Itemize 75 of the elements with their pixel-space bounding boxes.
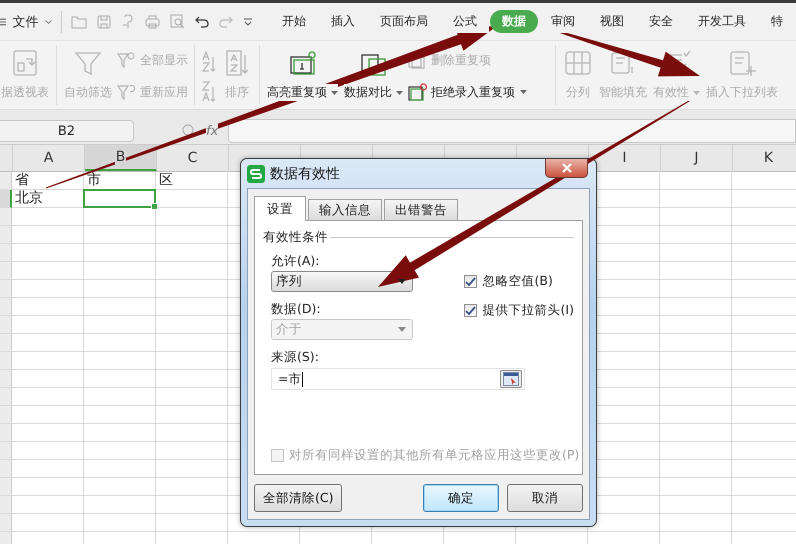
row-header[interactable] <box>0 370 12 388</box>
checkbox[interactable] <box>464 304 477 317</box>
row-header[interactable] <box>0 172 12 190</box>
field-label: 允许(A): <box>271 253 320 268</box>
selected-cell[interactable] <box>83 189 156 208</box>
row-header[interactable] <box>0 352 12 370</box>
close-icon <box>560 163 572 173</box>
row-header[interactable] <box>0 424 12 442</box>
checkbox-label: 提供下拉箭头(I) <box>482 302 574 319</box>
row-header[interactable] <box>0 514 12 532</box>
undo-icon[interactable] <box>195 16 209 28</box>
row-header[interactable] <box>0 460 12 478</box>
reject-icon <box>408 83 428 101</box>
row-header[interactable] <box>0 190 12 208</box>
column-header[interactable]: J <box>661 145 733 171</box>
caret-icon <box>398 279 406 284</box>
printer-icon[interactable] <box>145 14 160 28</box>
redo-icon[interactable] <box>219 16 233 28</box>
cell-text: 区 <box>159 172 173 189</box>
app-logo-icon <box>247 164 265 182</box>
cell-text: 省 <box>15 172 29 189</box>
field-label: 数据(D): <box>271 301 321 316</box>
checkbox-label: 对所有同样设置的其他所有单元格应用这些更改(P) <box>289 447 580 464</box>
preview-icon[interactable] <box>170 14 185 29</box>
caret-icon <box>398 327 406 332</box>
dialog-button[interactable]: 全部清除(C) <box>254 484 342 512</box>
dialog-tab[interactable]: 出错警告 <box>384 199 458 220</box>
row-header[interactable] <box>0 496 12 514</box>
caret-icon <box>693 90 700 94</box>
row-header[interactable] <box>0 226 12 244</box>
column-header[interactable]: B <box>85 145 157 171</box>
row-header[interactable] <box>0 334 12 352</box>
file-menu[interactable]: 文件 <box>12 12 38 30</box>
ribbon-button[interactable]: 拒绝录入重复项 <box>408 83 527 101</box>
row-header[interactable] <box>0 280 12 298</box>
cell-text: 市 <box>87 172 101 189</box>
cell-text: 北京 <box>15 190 43 207</box>
row-header[interactable] <box>0 478 12 496</box>
close-button[interactable] <box>545 159 588 178</box>
row-header[interactable] <box>0 298 12 316</box>
source-field[interactable]: =市 <box>271 368 525 390</box>
columns-icon <box>563 49 593 77</box>
funnel-eye-icon <box>117 51 137 69</box>
row-header[interactable] <box>0 208 12 226</box>
range-select-button[interactable] <box>500 370 522 388</box>
row-header[interactable] <box>0 262 12 280</box>
allow-dropdown[interactable]: 序列 <box>271 271 413 292</box>
row-header[interactable] <box>0 316 12 334</box>
formula-input[interactable] <box>228 119 796 143</box>
checkbox-label: 忽略空值(B) <box>482 273 553 290</box>
folder-icon[interactable] <box>71 14 87 28</box>
row-header[interactable] <box>0 388 12 406</box>
chevron-down-icon[interactable] <box>45 18 52 24</box>
ribbon-button[interactable]: 高亮重复项 <box>266 45 339 105</box>
caret-icon <box>396 90 403 94</box>
funnel-refresh-icon <box>117 83 137 101</box>
field-label: 来源(S): <box>271 349 319 364</box>
checkbox[interactable] <box>464 275 477 288</box>
highlight-icon <box>288 49 318 77</box>
column-header[interactable]: K <box>733 145 796 171</box>
save-icon[interactable] <box>97 14 111 28</box>
dialog-button[interactable]: 取消 <box>507 484 583 512</box>
dialog-tab[interactable]: 设置 <box>254 196 306 221</box>
group-title: 有效性条件 <box>263 229 328 246</box>
dialog-title: 数据有效性 <box>270 164 340 182</box>
name-box[interactable]: B2 <box>0 120 134 142</box>
caret-icon <box>520 90 527 94</box>
row-header[interactable] <box>0 442 12 460</box>
caret-icon <box>331 90 338 94</box>
dialog-button[interactable]: 确定 <box>423 484 499 512</box>
row-header[interactable] <box>0 406 12 424</box>
dialog-tab[interactable]: 输入信息 <box>308 199 382 220</box>
dropdown-icon[interactable] <box>243 18 253 26</box>
row-header[interactable] <box>0 244 12 262</box>
menu-icon[interactable] <box>0 16 6 26</box>
